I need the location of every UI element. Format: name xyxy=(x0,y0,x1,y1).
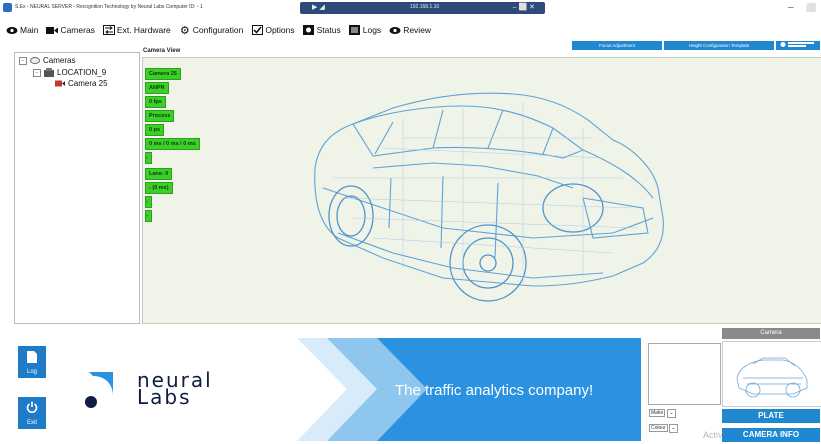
remote-session-bar[interactable]: ▶ ◢ 192.168.1.10 – ⬜ ✕ xyxy=(300,2,545,14)
maximize-button[interactable]: ⬜ xyxy=(806,3,816,12)
focus-adjustment-button[interactable]: Focus Adjustment xyxy=(572,41,662,50)
document-icon xyxy=(27,351,37,363)
brand-banner: neural Labs The traffic analytics compan… xyxy=(57,338,641,441)
menu-ext-hardware-label: Ext. Hardware xyxy=(116,25,171,35)
menu-status-label: Status xyxy=(316,25,341,35)
empty-tag: - xyxy=(145,210,152,222)
camera-view-title: Camera View xyxy=(143,48,181,54)
swap-icon xyxy=(102,25,115,35)
process-tag: Process xyxy=(145,110,175,122)
make-label: Make xyxy=(649,409,666,417)
lane-tag: Lane: 0 xyxy=(145,168,173,180)
menu-logs[interactable]: Logs xyxy=(349,25,381,35)
menu-main[interactable]: Main xyxy=(6,25,38,35)
window-title: S.Ex - NEURAL SERVER - Recognition Techn… xyxy=(15,4,203,10)
session-controls-left[interactable]: ▶ ◢ xyxy=(312,3,325,11)
menu-review[interactable]: Review xyxy=(389,25,431,35)
neural-labs-logo-icon xyxy=(85,372,113,408)
exit-button[interactable]: Exit xyxy=(18,397,46,429)
tree-node-location[interactable]: − LOCATION_9 xyxy=(33,68,106,77)
menu-ext-hardware[interactable]: Ext. Hardware xyxy=(102,25,171,35)
make-dropdown[interactable]: ⌄ xyxy=(667,409,676,418)
banner-tagline: The traffic analytics company! xyxy=(395,382,594,399)
camera-view[interactable]: Camera 25 ANPR 0 fps Process 0 px 0 ms /… xyxy=(142,57,821,324)
neural-labs-mini-logo xyxy=(776,41,820,50)
camera-panel-header: Camera xyxy=(722,328,820,339)
camera-name-tag: Camera 25 xyxy=(145,68,181,80)
neural-labs-logo: neural Labs xyxy=(137,370,213,407)
logs-icon xyxy=(349,25,361,35)
menu-options-label: Options xyxy=(265,25,295,35)
lane-timing-tag: - (0 ms) xyxy=(145,182,173,194)
collapse-icon[interactable]: − xyxy=(33,68,41,77)
checkbox-icon xyxy=(251,25,263,35)
menu-review-label: Review xyxy=(403,25,432,35)
car-thumbnail-image xyxy=(736,357,808,398)
power-icon xyxy=(26,401,38,413)
session-controls-right[interactable]: – ⬜ ✕ xyxy=(513,3,535,11)
tree-node-cameras[interactable]: − Cameras xyxy=(19,56,75,65)
tree-root-label: Cameras xyxy=(43,56,76,65)
car-wireframe-image xyxy=(314,92,664,302)
height-config-template-button[interactable]: Height Configuration Template xyxy=(664,41,774,50)
menu-configuration-label: Configuration xyxy=(192,25,244,35)
empty-tag: - xyxy=(145,196,152,208)
collapse-icon[interactable]: − xyxy=(19,56,27,65)
tree-location-label: LOCATION_9 xyxy=(57,68,107,77)
menu-cameras[interactable]: Cameras xyxy=(46,25,95,35)
menu-options[interactable]: Options xyxy=(251,25,295,35)
colour-dropdown[interactable]: ⌄ xyxy=(669,424,678,433)
eye-icon xyxy=(6,25,18,35)
fps-tag: 0 fps xyxy=(145,96,166,108)
menu-cameras-label: Cameras xyxy=(60,25,95,35)
timing-tag: 0 ms / 0 ms / 0 ms xyxy=(145,138,200,150)
status-icon xyxy=(303,25,315,35)
menu-status[interactable]: Status xyxy=(303,25,341,35)
camera-info-button[interactable]: CAMERA INFO xyxy=(722,428,820,442)
menu-configuration[interactable]: ⚙ Configuration xyxy=(179,24,244,37)
location-icon xyxy=(44,68,54,77)
session-address: 192.168.1.10 xyxy=(410,4,440,10)
activation-watermark: Activ xyxy=(703,430,723,440)
exit-button-label: Exit xyxy=(26,420,37,426)
group-icon xyxy=(30,57,40,64)
app-icon xyxy=(3,3,12,12)
camera-icon xyxy=(55,80,65,87)
menu-main-label: Main xyxy=(20,25,39,35)
mode-tag: ANPR xyxy=(145,82,169,94)
menu-bar: Main Cameras Ext. Hardware ⚙ Configurati… xyxy=(0,22,431,38)
log-button-label: Log xyxy=(26,369,37,375)
video-camera-icon xyxy=(46,25,59,35)
colour-label: Colour xyxy=(649,424,668,432)
pixel-tag: 0 px xyxy=(145,124,165,136)
tree-node-camera[interactable]: Camera 25 xyxy=(55,79,108,88)
title-bar: S.Ex - NEURAL SERVER - Recognition Techn… xyxy=(0,0,821,18)
plate-image-box xyxy=(648,343,721,405)
plate-button[interactable]: PLATE xyxy=(722,409,820,423)
minimize-button[interactable]: – xyxy=(788,2,794,13)
eye-icon xyxy=(389,25,401,35)
log-button[interactable]: Log xyxy=(18,346,46,378)
empty-tag: - xyxy=(145,152,152,164)
gear-icon: ⚙ xyxy=(179,24,190,37)
menu-logs-label: Logs xyxy=(362,25,382,35)
camera-tree: − Cameras − LOCATION_9 Camera 25 xyxy=(14,52,140,324)
tree-camera-label: Camera 25 xyxy=(68,79,108,88)
camera-thumbnail[interactable] xyxy=(722,341,821,407)
